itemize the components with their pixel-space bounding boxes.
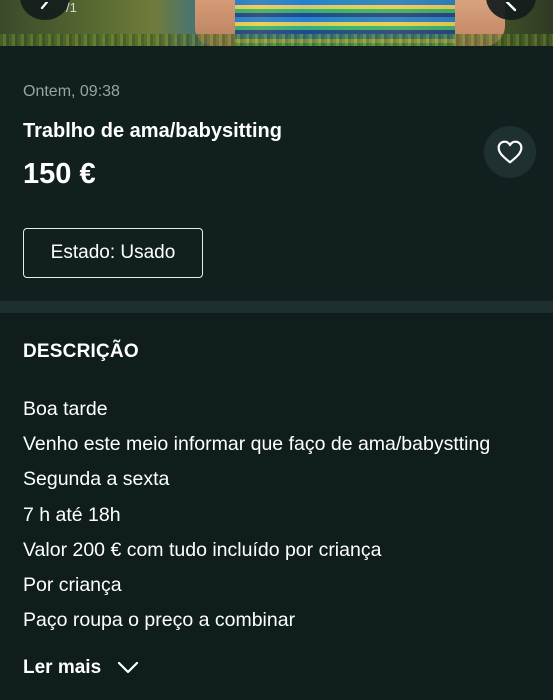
description-section: DESCRIÇÃO Boa tarde Venho este meio info… [0, 313, 553, 700]
favorite-button[interactable] [484, 126, 536, 178]
chevron-down-icon [118, 661, 139, 674]
description-line: Por criança [23, 573, 122, 596]
read-more-label: Ler mais [23, 657, 102, 678]
description-line: 7 h até 18h [23, 503, 121, 526]
condition-badge: Estado: Usado [23, 228, 203, 278]
listing-timestamp: Ontem, 09:38 [23, 83, 120, 100]
read-more-button[interactable]: Ler mais [23, 657, 139, 679]
description-heading: DESCRIÇÃO [23, 341, 139, 362]
description-text: Boa tarde Venho este meio informar que f… [23, 397, 543, 643]
description-line: Boa tarde [23, 398, 108, 420]
description-line: Valor 200 € com tudo incluído por crianç… [23, 538, 382, 561]
photo-detail [0, 34, 553, 46]
listing-photo[interactable]: /1 [0, 0, 553, 46]
description-line: Venho este meio informar que faço de ama… [23, 433, 491, 456]
gallery-back-button[interactable] [20, 0, 70, 20]
chevron-left-icon [40, 2, 49, 10]
listing-title: Trablho de ama/babysitting [23, 120, 282, 142]
description-line: Segunda a sexta [23, 468, 170, 491]
photo-counter: /1 [66, 0, 77, 15]
heart-outline-icon [497, 140, 523, 164]
share-icon [505, 2, 517, 12]
section-divider [0, 301, 553, 313]
description-line: Paço roupa o preço a combinar [23, 609, 296, 632]
listing-price: 150 € [23, 158, 96, 190]
listing-page: /1 Ontem, 09:38 Trablho de ama/babysitti… [0, 0, 553, 700]
